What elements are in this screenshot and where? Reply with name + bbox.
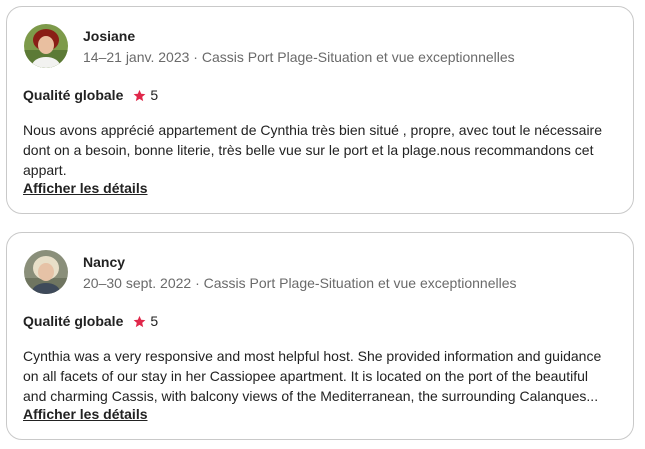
star-icon <box>133 89 146 102</box>
rating-row: Qualité globale 5 <box>23 87 158 103</box>
reviewer-name: Josiane <box>83 28 136 44</box>
review-card: Josiane 14–21 janv. 2023 · Cassis Port P… <box>6 6 634 214</box>
avatar[interactable] <box>24 24 68 68</box>
avatar[interactable] <box>24 250 68 294</box>
review-text-line: and charming Cassis, with balcony views … <box>23 388 599 404</box>
rating-label: Qualité globale <box>23 313 124 329</box>
show-details-link[interactable]: Afficher les détails <box>23 406 148 422</box>
reviewer-name: Nancy <box>83 254 126 270</box>
rating-label: Qualité globale <box>23 87 124 103</box>
star-icon <box>133 315 146 328</box>
review-text: Nous avons apprécié appartement de Cynth… <box>23 120 623 180</box>
stay-dates-listing: 14–21 janv. 2023 · Cassis Port Plage-Sit… <box>83 49 515 65</box>
stay-dates-listing: 20–30 sept. 2022 · Cassis Port Plage-Sit… <box>83 275 517 291</box>
review-text-line: dont on a besoin, bonne literie, très be… <box>23 142 594 158</box>
show-details-link[interactable]: Afficher les détails <box>23 180 148 196</box>
review-text-line: Nous avons apprécié appartement de Cynth… <box>23 122 602 138</box>
rating-row: Qualité globale 5 <box>23 313 158 329</box>
review-text-line: appart. <box>23 162 67 178</box>
review-card: Nancy 20–30 sept. 2022 · Cassis Port Pla… <box>6 232 634 440</box>
review-text: Cynthia was a very responsive and most h… <box>23 346 623 406</box>
review-text-line: on all facets of our stay in her Cassiop… <box>23 368 588 384</box>
review-text-line: Cynthia was a very responsive and most h… <box>23 348 602 364</box>
rating-value: 5 <box>150 87 159 103</box>
rating-value: 5 <box>150 313 159 329</box>
